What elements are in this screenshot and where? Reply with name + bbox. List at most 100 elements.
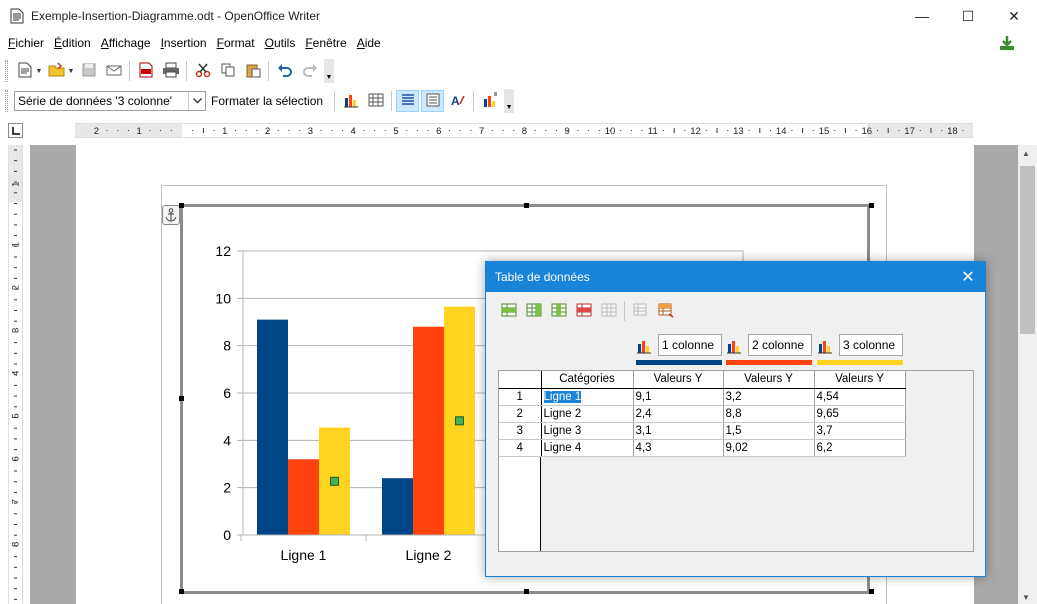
value-cell[interactable]: 1,5 [723,422,815,440]
series-name-field[interactable]: 3 colonne [839,334,903,356]
selection-handle[interactable] [330,476,339,486]
update-download-icon[interactable] [999,35,1015,51]
row-number[interactable]: 2 [499,405,542,423]
standard-toolbar: ▼ ▼ ▼ [0,56,1037,86]
value-cell[interactable]: 9,65 [814,405,906,423]
new-dropdown[interactable]: ▼ [35,60,43,82]
menu-outils[interactable]: Outils [260,32,301,54]
open-button[interactable] [45,60,68,82]
copy-button[interactable] [216,60,239,82]
bar[interactable] [288,459,319,535]
value-cell[interactable]: 9,02 [723,439,815,457]
email-button[interactable] [102,60,125,82]
vertical-ruler[interactable]: 112345678 [8,145,23,604]
row-number[interactable]: 3 [499,422,542,440]
menu-fichier[interactable]: Fichier [3,32,49,54]
value-cell[interactable]: 6,2 [814,439,906,457]
column-header-values-y-3[interactable]: Valeurs Y [814,371,906,389]
scroll-up-icon[interactable]: ▲ [1022,149,1030,158]
export-pdf-button[interactable] [134,60,157,82]
move-row-button[interactable] [629,300,652,322]
grid-corner-cell[interactable] [499,371,542,389]
resize-handle[interactable] [179,589,184,594]
column-header-categories[interactable]: Catégories [541,371,634,389]
scroll-down-icon[interactable]: ▼ [1022,593,1030,602]
category-cell[interactable]: Ligne 4 [541,439,634,457]
insert-row-button[interactable] [497,300,520,322]
value-cell[interactable]: 8,8 [723,405,815,423]
new-document-button[interactable] [13,60,36,82]
cut-button[interactable] [191,60,214,82]
column-header-values-y-2[interactable]: Valeurs Y [723,371,815,389]
maximize-icon: ☐ [961,7,975,24]
chevron-down-icon[interactable] [188,92,205,110]
data-grid[interactable]: Catégories Valeurs Y Valeurs Y Valeurs Y… [498,370,974,552]
series-name-field[interactable]: 1 colonne [658,334,722,356]
toolbar-overflow-button[interactable]: ▼ [504,89,515,113]
anchor-icon[interactable] [162,205,180,225]
value-cell[interactable]: 3,1 [633,422,724,440]
toolbar-grip[interactable] [5,60,8,82]
category-cell[interactable]: Ligne 1 [541,388,634,406]
toolbar-grip[interactable] [5,90,8,112]
save-button[interactable] [77,60,100,82]
bar[interactable] [413,326,444,535]
bar[interactable] [257,319,288,535]
scale-text-button[interactable]: A [446,90,469,112]
resize-handle[interactable] [179,203,184,208]
series-name-field[interactable]: 2 colonne [748,334,812,356]
toolbar-overflow-button[interactable]: ▼ [324,59,334,83]
paste-button[interactable] [241,60,264,82]
resize-handle[interactable] [179,396,184,401]
insert-text-column-button[interactable] [547,300,570,322]
value-cell[interactable]: 2,4 [633,405,724,423]
open-dropdown[interactable]: ▼ [67,60,75,82]
dialog-close-button[interactable]: ✕ [951,262,985,292]
resize-handle[interactable] [524,589,529,594]
menu-fenetre[interactable]: Fenêtre [300,32,351,54]
value-cell[interactable]: 3,2 [723,388,815,406]
value-cell[interactable]: 4,3 [633,439,724,457]
chart-element-select[interactable]: Série de données '3 colonne' [14,91,206,111]
category-cell[interactable]: Ligne 2 [541,405,634,423]
category-cell[interactable]: Ligne 3 [541,422,634,440]
delete-series-button[interactable] [597,300,620,322]
redo-button[interactable] [298,60,321,82]
minimize-button[interactable]: — [899,0,945,32]
delete-row-button[interactable] [572,300,595,322]
value-cell[interactable]: 9,1 [633,388,724,406]
horizontal-ruler[interactable]: 2 1 1 2 3 4 5 6 7 8 9 10 11 12 13 14 15 16 17 18 [75,123,973,138]
menu-aide[interactable]: Aide [352,32,386,54]
scrollbar-thumb[interactable] [1020,166,1035,334]
bar[interactable] [382,478,413,535]
undo-button[interactable] [273,60,296,82]
row-number[interactable]: 1 [499,388,542,406]
move-series-button[interactable] [654,300,677,322]
insert-series-button[interactable] [522,300,545,322]
value-cell[interactable]: 4,54 [814,388,906,406]
resize-handle[interactable] [869,203,874,208]
vertical-scrollbar[interactable]: ▲ ▼ [1018,145,1037,604]
close-button[interactable]: ✕ [991,0,1037,32]
maximize-button[interactable]: ☐ [945,0,991,32]
resize-handle[interactable] [869,589,874,594]
data-table-button[interactable] [364,90,387,112]
menu-format[interactable]: Format [212,32,260,54]
chart-type-button[interactable] [339,90,362,112]
menu-edition[interactable]: Édition [49,32,96,54]
horizontal-grid-button[interactable] [396,90,420,112]
legend-toggle-button[interactable] [421,90,445,112]
resize-handle[interactable] [524,203,529,208]
format-selection-button[interactable]: Formater la sélection [211,94,323,108]
row-number[interactable]: 4 [499,439,542,457]
selection-handle[interactable] [455,416,464,426]
value-cell[interactable]: 3,7 [814,422,906,440]
chart-autolayout-button[interactable] [478,90,501,112]
dialog-title-bar[interactable]: Table de données [486,262,985,292]
menu-affichage[interactable]: Affichage [96,32,156,54]
tab-stop-selector[interactable] [8,123,23,138]
menu-insertion[interactable]: Insertion [156,32,212,54]
column-header-values-y-1[interactable]: Valeurs Y [633,371,724,389]
delete-series-icon [601,302,617,321]
print-button[interactable] [159,60,182,82]
